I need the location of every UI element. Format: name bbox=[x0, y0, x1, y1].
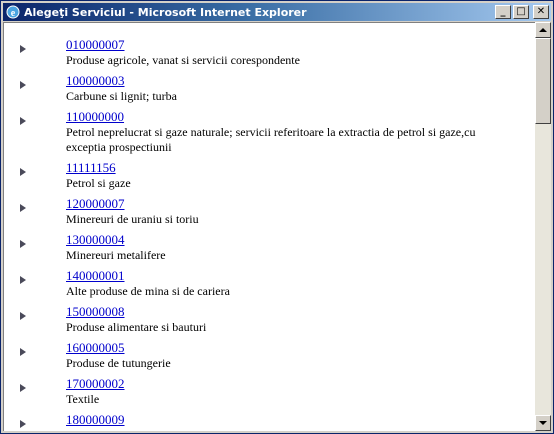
service-code-link[interactable]: 110000000 bbox=[66, 109, 524, 125]
arrow-down-icon bbox=[539, 421, 547, 425]
svg-text:e: e bbox=[11, 8, 16, 19]
service-description bbox=[66, 428, 516, 431]
service-code-link[interactable]: 180000009 bbox=[66, 412, 524, 428]
page-content: 010000007 Produse agricole, vanat si serv… bbox=[3, 22, 537, 431]
service-description: Alte produse de mina si de cariera bbox=[66, 284, 230, 298]
list-item: 010000007 Produse agricole, vanat si serv… bbox=[4, 37, 524, 73]
minimize-button[interactable]: _ bbox=[495, 5, 511, 19]
service-code-link[interactable]: 100000003 bbox=[66, 73, 524, 89]
service-code-link[interactable]: 11111156 bbox=[66, 160, 524, 176]
service-code-link[interactable]: 160000005 bbox=[66, 340, 524, 356]
service-code-link[interactable]: 150000008 bbox=[66, 304, 524, 320]
bullet-arrow-icon bbox=[20, 168, 26, 176]
list-item: 140000001 Alte produse de mina si de cari… bbox=[4, 268, 524, 304]
maximize-button[interactable]: □ bbox=[513, 5, 529, 19]
scroll-up-button[interactable] bbox=[535, 22, 551, 38]
list-item: 170000002 Textile bbox=[4, 376, 524, 412]
bullet-arrow-icon bbox=[20, 81, 26, 89]
service-description: Produse alimentare si bauturi bbox=[66, 320, 207, 334]
bullet-arrow-icon bbox=[20, 117, 26, 125]
service-description: Carbune si lignit; turba bbox=[66, 89, 177, 103]
service-list: 010000007 Produse agricole, vanat si serv… bbox=[4, 37, 524, 431]
service-code-link[interactable]: 130000004 bbox=[66, 232, 524, 248]
bullet-arrow-icon bbox=[20, 240, 26, 248]
bullet-arrow-icon bbox=[20, 384, 26, 392]
service-description: Textile bbox=[66, 392, 100, 406]
list-item: 100000003 Carbune si lignit; turba bbox=[4, 73, 524, 109]
service-code-link[interactable]: 140000001 bbox=[66, 268, 524, 284]
scroll-down-button[interactable] bbox=[535, 415, 551, 431]
window-title: Alegeţi Serviciul - Microsoft Internet E… bbox=[24, 5, 307, 19]
bullet-arrow-icon bbox=[20, 204, 26, 212]
service-code-link[interactable]: 120000007 bbox=[66, 196, 524, 212]
bullet-arrow-icon bbox=[20, 312, 26, 320]
list-item: 180000009 bbox=[4, 412, 524, 431]
service-description: Petrol neprelucrat si gaze naturale; ser… bbox=[66, 125, 476, 154]
list-item: 110000000 Petrol neprelucrat si gaze natu… bbox=[4, 109, 524, 160]
bullet-arrow-icon bbox=[20, 420, 26, 428]
scrollbar-thumb[interactable] bbox=[535, 38, 551, 124]
service-description: Minereuri de uraniu si toriu bbox=[66, 212, 199, 226]
service-description: Produse de tutungerie bbox=[66, 356, 171, 370]
internet-explorer-icon: e bbox=[6, 5, 20, 19]
list-item: 160000005 Produse de tutungerie bbox=[4, 340, 524, 376]
bullet-arrow-icon bbox=[20, 276, 26, 284]
service-description: Petrol si gaze bbox=[66, 176, 131, 190]
service-code-link[interactable]: 010000007 bbox=[66, 37, 524, 53]
service-code-link[interactable]: 170000002 bbox=[66, 376, 524, 392]
browser-window: e Alegeţi Serviciul - Microsoft Internet… bbox=[0, 0, 554, 434]
arrow-up-icon bbox=[539, 28, 547, 32]
list-item: 11111156 Petrol si gaze bbox=[4, 160, 524, 196]
list-item: 150000008 Produse alimentare si bauturi bbox=[4, 304, 524, 340]
close-button[interactable]: ✕ bbox=[533, 5, 549, 19]
list-item: 130000004 Minereuri metalifere bbox=[4, 232, 524, 268]
vertical-scrollbar[interactable] bbox=[535, 22, 551, 431]
service-description: Produse agricole, vanat si servicii core… bbox=[66, 53, 300, 67]
bullet-arrow-icon bbox=[20, 348, 26, 356]
service-description: Minereuri metalifere bbox=[66, 248, 166, 262]
bullet-arrow-icon bbox=[20, 45, 26, 53]
list-item: 120000007 Minereuri de uraniu si toriu bbox=[4, 196, 524, 232]
title-bar[interactable]: e Alegeţi Serviciul - Microsoft Internet… bbox=[3, 3, 551, 21]
